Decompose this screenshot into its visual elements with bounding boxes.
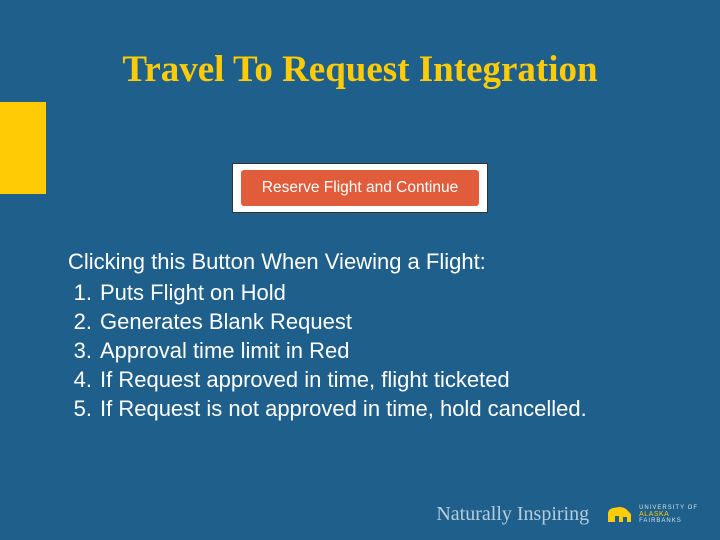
reserve-flight-button[interactable]: Reserve Flight and Continue <box>241 170 479 206</box>
list-item: 5.If Request is not approved in time, ho… <box>68 394 652 423</box>
page-title: Travel To Request Integration <box>0 48 720 103</box>
uaf-logo: UNIVERSITY OF ALASKA FAIRBANKS <box>605 504 698 526</box>
accent-strip <box>0 102 46 194</box>
list-item: 2.Generates Blank Request <box>68 307 652 336</box>
list-item: 4.If Request approved in time, flight ti… <box>68 365 652 394</box>
button-frame: Reserve Flight and Continue <box>232 163 488 213</box>
bear-icon <box>605 504 633 526</box>
steps-list: 1.Puts Flight on Hold 2.Generates Blank … <box>68 278 652 423</box>
footer: Naturally Inspiring UNIVERSITY OF ALASKA… <box>436 503 698 526</box>
title-region: Travel To Request Integration <box>0 0 720 103</box>
lead-text: Clicking this Button When Viewing a Flig… <box>68 247 652 276</box>
tagline: Naturally Inspiring <box>436 503 589 526</box>
list-item: 1.Puts Flight on Hold <box>68 278 652 307</box>
content-body: Clicking this Button When Viewing a Flig… <box>0 247 720 423</box>
list-item: 3.Approval time limit in Red <box>68 336 652 365</box>
logo-text: UNIVERSITY OF ALASKA FAIRBANKS <box>639 505 698 525</box>
